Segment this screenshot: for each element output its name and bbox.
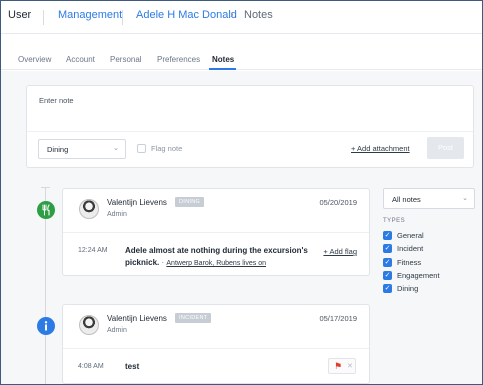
avatar (79, 315, 99, 335)
note-text: Adele almost ate nothing during the excu… (125, 245, 325, 270)
type-filter-label: Engagement (397, 271, 440, 280)
tab-bar: Overview Account Personal Preferences No… (1, 34, 482, 70)
info-icon (37, 317, 55, 335)
tab-notes[interactable]: Notes (212, 55, 234, 64)
notes-filter-value: All notes (392, 195, 421, 204)
note-author: Valentijn Lievens (107, 198, 167, 207)
active-tab-indicator (209, 68, 236, 70)
types-heading: TYPES (383, 218, 406, 224)
note-body-text: test (125, 362, 140, 371)
checkbox-checked-icon[interactable]: ✓ (383, 271, 392, 280)
flag-note-label: Flag note (151, 144, 183, 153)
flag-note-checkbox[interactable] (137, 144, 146, 153)
category-select[interactable]: Dining ⌄ (38, 139, 126, 159)
note-time: 12:24 AM (78, 247, 108, 254)
type-filter-label: Fitness (397, 258, 422, 267)
author-role: Admin (107, 327, 127, 334)
breadcrumb-user-name[interactable]: Adele H Mac Donald (136, 9, 237, 21)
add-attachment-link[interactable]: + Add attachment (351, 144, 410, 153)
checkbox-checked-icon[interactable]: ✓ (383, 244, 392, 253)
remove-flag-icon[interactable]: ✕ (347, 362, 353, 370)
author-role: Admin (107, 211, 127, 218)
note-card-header: Valentijn Lievens DINING Admin 05/20/201… (63, 189, 369, 233)
note-separator: · (161, 258, 165, 267)
chevron-right-icon: › (230, 9, 234, 21)
fork-knife-icon (37, 201, 55, 219)
avatar (79, 199, 99, 219)
note-card-header: Valentijn Lievens INCIDENT Admin 05/17/2… (63, 305, 369, 349)
section-title: User (8, 9, 32, 21)
notes-filter-select[interactable]: All notes ⌄ (383, 188, 475, 209)
chevron-down-icon: ⌄ (462, 195, 468, 202)
category-badge: INCIDENT (175, 313, 212, 323)
tab-overview[interactable]: Overview (18, 55, 51, 64)
post-button[interactable]: Post (427, 137, 464, 159)
excursion-link[interactable]: Antwerp Barok, Rubens lives on (166, 260, 266, 267)
note-composer: Enter note Dining ⌄ Flag note + Add atta… (26, 85, 474, 168)
flag-icon[interactable]: ⚑ (334, 361, 342, 372)
type-filter-label: Incident (397, 244, 424, 253)
note-date: 05/20/2019 (319, 198, 357, 207)
flag-control[interactable]: ⚑ ✕ (328, 358, 356, 374)
tab-preferences[interactable]: Preferences (157, 55, 200, 64)
type-filter-label: Dining (397, 284, 419, 293)
composer-divider (27, 131, 473, 132)
category-select-value: Dining (47, 145, 69, 154)
type-filter-label: General (397, 231, 424, 240)
checkbox-checked-icon[interactable]: ✓ (383, 231, 392, 240)
breadcrumb-current: Notes (244, 9, 273, 21)
category-badge: DINING (175, 197, 205, 207)
note-date: 05/17/2019 (319, 314, 357, 323)
note-input[interactable]: Enter note (39, 96, 74, 105)
header-divider (122, 10, 123, 25)
checkbox-checked-icon[interactable]: ✓ (383, 284, 392, 293)
note-time: 4:08 AM (78, 363, 104, 370)
header-divider (43, 10, 44, 25)
tab-account[interactable]: Account (66, 55, 95, 64)
top-header: User Management Adele H Mac Donald › Not… (1, 1, 482, 34)
note-card: Valentijn Lievens INCIDENT Admin 05/17/2… (62, 304, 370, 384)
note-author: Valentijn Lievens (107, 314, 167, 323)
breadcrumb-management[interactable]: Management (58, 9, 122, 21)
note-card: Valentijn Lievens DINING Admin 05/20/201… (62, 188, 370, 276)
checkbox-checked-icon[interactable]: ✓ (383, 258, 392, 267)
add-flag-link[interactable]: + Add flag (323, 247, 357, 256)
tab-personal[interactable]: Personal (110, 55, 142, 64)
notes-page: User Management Adele H Mac Donald › Not… (0, 0, 483, 385)
chevron-down-icon: ⌄ (113, 145, 119, 152)
